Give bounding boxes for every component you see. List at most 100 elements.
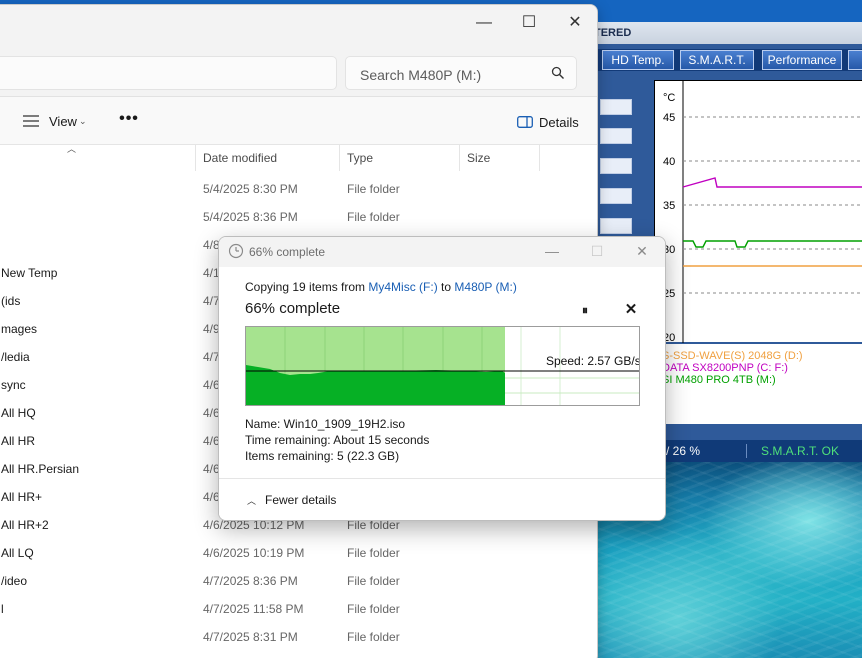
temperature-chart-svg: °C 45 40 35 30 25 20 [663,81,862,344]
view-button[interactable]: View ⌄ [19,110,89,134]
copy-description: Copying 19 items from My4Misc (F:) to M4… [245,280,517,294]
legend-item: SI M480 PRO 4TB (M:) [662,374,776,386]
copy-progress-dialog: 66% complete — ☐ ✕ Copying 19 items from… [218,236,666,521]
tab-hd-temp[interactable]: HD Temp. [602,50,674,70]
temperature-chart: °C 45 40 35 30 25 20 [654,80,862,344]
file-row[interactable]: All LQ 4/6/2025 10:19 PM File folder [0,539,597,567]
drive-bar[interactable] [600,128,632,144]
tab-smart[interactable]: S.M.A.R.T. [680,50,754,70]
search-icon[interactable] [551,66,565,80]
explorer-address-bar: Search M480P (M:) [0,41,597,97]
explorer-command-bar: View ⌄ ••• Details [0,97,597,145]
time-remaining: Time remaining: About 15 seconds [245,433,430,447]
list-view-icon [23,115,39,127]
maximize-button[interactable]: ☐ [506,11,552,37]
y-tick-label: 45 [663,112,675,124]
file-name: All HQ [1,406,36,420]
items-remaining: Items remaining: 5 (22.3 GB) [245,449,400,463]
cancel-button[interactable]: ✕ [621,300,641,320]
file-row[interactable]: 4/7/2025 8:31 PM File folder [0,623,597,651]
drive-bar[interactable] [600,158,632,174]
dialog-title-bar: 66% complete — ☐ ✕ [219,237,665,267]
legend-item: DATA SX8200PNP (C: F:) [662,362,788,374]
chevron-up-icon: ︿ [247,496,257,506]
address-field[interactable] [0,56,337,90]
fewer-details-label: Fewer details [265,493,337,507]
dialog-close-button[interactable]: ✕ [627,242,657,262]
file-name: sync [1,378,26,392]
file-name: All HR [1,434,36,448]
dialog-title: 66% complete [249,245,326,259]
file-name: l [1,602,4,616]
copy-prefix: Copying 19 items from [245,280,369,294]
column-divider[interactable] [459,145,460,171]
chart-legend: S-SSD-WAVE(S) 2048G (D:) DATA SX8200PNP … [654,344,862,424]
file-name: All HR.Persian [1,462,80,476]
file-name: (ids [1,294,21,308]
column-divider[interactable] [339,145,340,171]
file-type: File folder [347,630,400,644]
details-pane-button[interactable]: Details [513,110,581,134]
source-link[interactable]: My4Misc (F:) [368,280,437,294]
file-name: All HR+ [1,490,43,504]
column-divider[interactable] [195,145,196,171]
dialog-maximize-button[interactable]: ☐ [582,242,612,262]
status-usage: / 26 % [666,444,701,458]
destination-link[interactable]: M480P (M:) [454,280,516,294]
search-input[interactable]: Search M480P (M:) [345,56,577,90]
legend-item: S-SSD-WAVE(S) 2048G (D:) [662,350,803,362]
transfer-speed-graph: Speed: 2.57 GB/s [245,326,640,406]
status-smart: S.M.A.R.T. OK [761,444,840,458]
status-separator [746,444,747,458]
hd-window-title: TERED [594,22,862,44]
file-type: File folder [347,182,400,196]
tab-overflow[interactable] [848,50,862,70]
file-row[interactable]: 5/4/2025 8:36 PM File folder [0,203,597,231]
file-name: /ledia [1,350,30,364]
tab-performance[interactable]: Performance [762,50,842,70]
file-date: 4/7/2025 8:31 PM [203,630,298,644]
speed-label: Speed: 2.57 GB/s [546,354,640,368]
hd-tab-strip: HD Temp. S.M.A.R.T. Performance [596,49,862,71]
drive-bar[interactable] [600,188,632,204]
fewer-details-button[interactable]: ︿ Fewer details [247,493,336,507]
pause-button[interactable]: ⏸ [575,303,595,319]
search-placeholder: Search M480P (M:) [360,67,482,83]
dialog-minimize-button[interactable]: — [537,242,567,262]
y-tick-label: 35 [663,200,675,212]
file-date: 5/4/2025 8:30 PM [203,182,298,196]
column-header-date[interactable]: Date modified [203,151,277,165]
column-header-size[interactable]: Size [467,151,490,165]
chevron-down-icon: ⌄ [79,116,87,126]
file-date: 5/4/2025 8:36 PM [203,210,298,224]
file-name: mages [1,322,38,336]
file-row[interactable]: 5/4/2025 8:30 PM File folder [0,175,597,203]
file-type: File folder [347,602,400,616]
file-list-header: ︿ Date modified Type Size [0,144,597,173]
copy-mid: to [437,280,455,294]
progress-percent-text: 66% complete [245,300,341,317]
details-button-label: Details [539,115,579,130]
file-type: File folder [347,574,400,588]
view-button-label: View [49,114,77,129]
more-options-button[interactable]: ••• [115,110,143,134]
file-row[interactable]: l 4/7/2025 11:58 PM File folder [0,595,597,623]
column-divider[interactable] [539,145,540,171]
file-date: 4/7/2025 8:36 PM [203,574,298,588]
file-name: All HR+2 [1,518,49,532]
series-line-magenta [682,177,862,188]
minimize-button[interactable]: — [461,11,507,37]
file-date: 4/6/2025 10:19 PM [203,546,305,560]
file-type: File folder [347,546,400,560]
file-row[interactable]: /ideo 4/7/2025 8:36 PM File folder [0,567,597,595]
drive-bar[interactable] [600,218,632,234]
column-header-type[interactable]: Type [347,151,373,165]
sort-up-icon: ︿ [67,144,77,154]
file-date: 4/7/2025 11:58 PM [203,602,304,616]
file-row[interactable]: 4/27/2025 5:33 PMFile folder [0,651,597,658]
file-name: New Temp [1,266,58,280]
current-file-name: Name: Win10_1909_19H2.iso [245,417,406,431]
close-button[interactable]: ✕ [552,11,597,37]
drive-bar[interactable] [600,99,632,115]
y-tick-label: 40 [663,156,675,168]
